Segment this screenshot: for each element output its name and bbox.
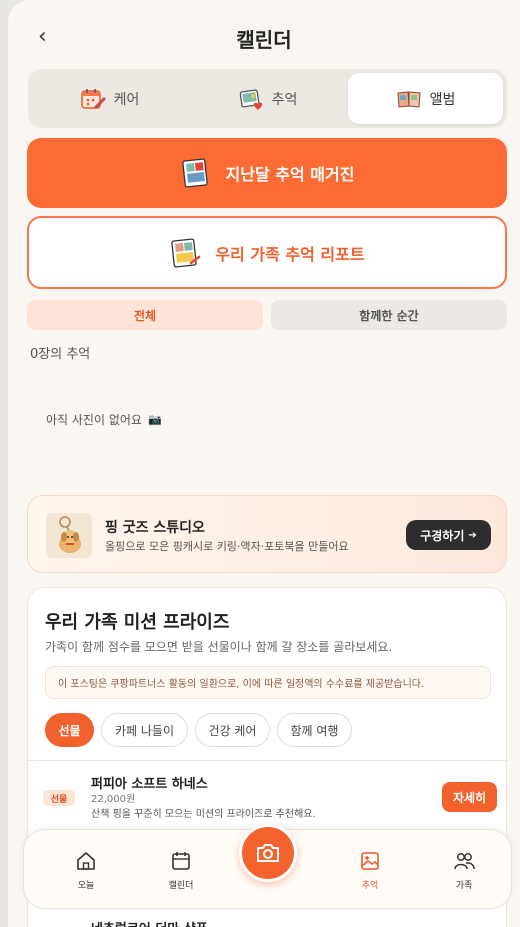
family-report-label: 우리 가족 추억 리포트 xyxy=(215,244,365,264)
calendar-care-icon xyxy=(80,88,106,109)
nav-family-label: 가족 xyxy=(455,881,473,891)
monthly-magazine-label: 지난달 추억 매거진 xyxy=(225,165,355,184)
browse-button[interactable]: 구경하기 ➔ xyxy=(406,520,491,550)
product-badge: 선물 xyxy=(43,790,75,806)
monthly-magazine-button[interactable]: 지난달 추억 매거진 xyxy=(27,138,507,208)
header: ‹ 캘린더 xyxy=(8,0,520,66)
filter-all[interactable]: 전체 xyxy=(27,300,263,330)
family-report-button[interactable]: 우리 가족 추억 리포트 xyxy=(27,216,507,289)
filter-together[interactable]: 함께한 순간 xyxy=(271,300,507,330)
camera-icon xyxy=(257,844,279,862)
chip-health[interactable]: 건강 케어 xyxy=(195,713,270,747)
arrow-right-icon: ➔ xyxy=(468,529,477,541)
camera-emoji-icon: 📷 xyxy=(147,413,162,426)
goods-studio-banner[interactable]: 핑 굿즈 스튜디오 올핑으로 모은 핑캐시로 키링·액자·포토북을 만들어요 구… xyxy=(27,495,507,573)
photo-count: 0장의 추억 xyxy=(30,347,91,362)
product-description: 산책 핑을 꾸준히 모으는 미션의 프라이즈로 추천해요. xyxy=(91,809,316,820)
product-name: 네츄럴코어 더마 샴푸 xyxy=(91,918,208,927)
tab-memory[interactable]: 추억 xyxy=(190,73,345,124)
tab-album-label: 앨범 xyxy=(429,91,456,108)
nav-memory[interactable]: 추억 xyxy=(340,850,400,891)
photo-memory-icon xyxy=(239,88,262,110)
empty-state: 아직 사진이 없어요 📷 xyxy=(46,411,162,428)
home-icon xyxy=(77,852,95,870)
tab-album[interactable]: 앨범 xyxy=(348,73,503,124)
photo-frame-icon xyxy=(181,158,208,188)
nav-calendar-label: 캘린더 xyxy=(168,881,194,891)
empty-state-text: 아직 사진이 없어요 xyxy=(46,413,142,427)
segmented-tabs: 케어 추억 앨범 xyxy=(28,69,507,128)
family-icon xyxy=(454,853,475,870)
page-title: 캘린더 xyxy=(236,28,292,52)
album-book-icon xyxy=(397,90,421,108)
image-icon xyxy=(361,852,379,870)
goods-description: 올핑으로 모은 핑캐시로 키링·액자·포토북을 만들어요 xyxy=(105,540,349,553)
memory-report-icon xyxy=(171,237,201,268)
partners-notice: 이 포스팅은 쿠팡파트너스 활동의 일환으로, 이에 따른 일정액의 수수료를 … xyxy=(45,666,491,699)
goods-title: 핑 굿즈 스튜디오 xyxy=(105,520,205,536)
chip-travel[interactable]: 함께 여행 xyxy=(277,713,352,747)
calendar-icon xyxy=(172,852,190,870)
chip-cafe[interactable]: 카페 나들이 xyxy=(101,713,188,747)
bottom-nav: 오늘 캘린더 추억 가족 xyxy=(23,824,512,909)
mission-subtitle: 가족이 함께 점수를 모으면 받을 선물이나 함께 갈 장소를 골라보세요. xyxy=(45,640,393,654)
tab-memory-label: 추억 xyxy=(271,91,298,108)
nav-memory-label: 추억 xyxy=(361,881,379,891)
divider xyxy=(28,760,508,761)
nav-family[interactable]: 가족 xyxy=(434,850,494,891)
tab-care-label: 케어 xyxy=(113,91,140,108)
app-screen: ‹ 캘린더 케어 추억 앨범 지난달 추억 매거진 우리 가족 추억 리포트 전… xyxy=(8,0,520,927)
nav-calendar[interactable]: 캘린더 xyxy=(151,850,211,891)
browse-button-label: 구경하기 xyxy=(420,528,465,543)
nav-today[interactable]: 오늘 xyxy=(56,850,116,891)
dog-keyring-image xyxy=(46,513,92,558)
product-price: 22,000원 xyxy=(91,794,136,805)
camera-button[interactable] xyxy=(239,824,297,882)
mission-title: 우리 가족 미션 프라이즈 xyxy=(45,612,230,633)
product-detail-button[interactable]: 자세히 xyxy=(442,782,497,812)
tab-care[interactable]: 케어 xyxy=(32,73,187,124)
chip-gift[interactable]: 선물 xyxy=(45,713,94,747)
nav-today-label: 오늘 xyxy=(77,881,95,891)
